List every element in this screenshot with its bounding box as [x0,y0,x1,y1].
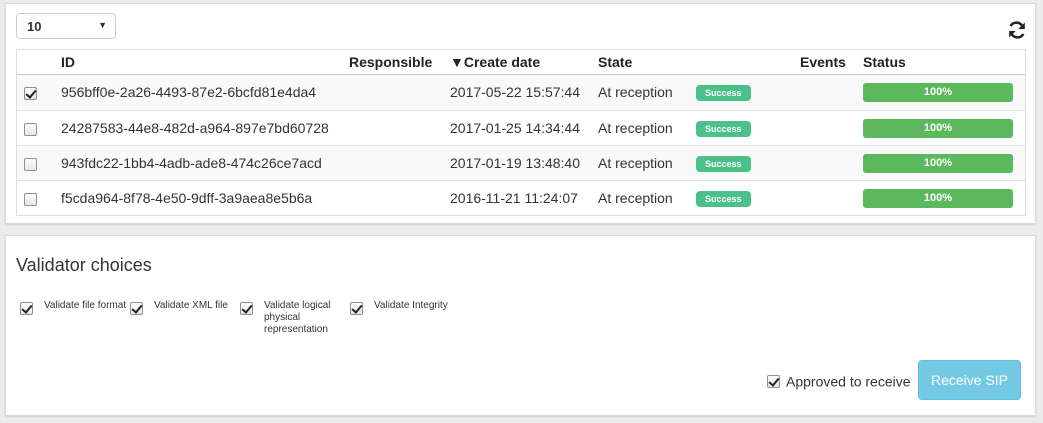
progress-bar: 100% [863,83,1013,102]
row-create-date: 2016-11-21 11:24:07 [450,190,578,206]
status-badge: Success [696,191,751,208]
status-badge: Success [696,121,751,138]
row-select-checkbox[interactable] [24,157,37,171]
progress-fill: 100% [863,119,1013,138]
column-header-events[interactable]: Events [800,50,846,74]
row-select-checkbox[interactable] [24,86,37,100]
row-state: At reception [598,120,673,136]
validate-integrity-label: Validate Integrity [374,300,448,311]
row-id: 956bff0e-2a26-4493-87e2-6bcfd81e4da4 [61,84,317,100]
row-id: 24287583-44e8-482d-a964-897e7bd60728 [61,120,329,136]
row-id: 943fdc22-1bb4-4adb-ade8-474c26ce7acd [61,155,322,171]
ip-list-panel: 10 ▼ ID Responsible ▼Create date State E… [5,3,1036,224]
row-select-checkbox[interactable] [24,192,37,206]
progress-fill: 100% [863,154,1013,173]
validate-integrity-checkbox[interactable] [350,302,363,315]
status-badge: Success [696,156,751,173]
progress-fill: 100% [863,83,1013,102]
row-state: At reception [598,155,673,171]
validate-xml-file-checkbox[interactable] [130,302,143,315]
row-state: At reception [598,190,673,206]
chevron-down-icon: ▼ [98,20,107,30]
progress-bar: 100% [863,189,1013,208]
progress-bar: 100% [863,154,1013,173]
refresh-icon[interactable] [1007,20,1027,40]
column-header-status[interactable]: Status [863,50,906,74]
page-size-value: 10 [27,19,42,34]
sort-desc-icon: ▼ [450,54,464,70]
page-size-select[interactable]: 10 ▼ [16,13,116,39]
validator-title: Validator choices [16,255,152,275]
validate-file-format-checkbox[interactable] [20,302,33,315]
approved-to-receive[interactable]: Approved to receive [767,372,911,389]
row-select-checkbox[interactable] [24,122,37,136]
validate-xml-file-label: Validate XML file [154,300,228,311]
column-header-id[interactable]: ID [61,50,75,74]
row-id: f5cda964-8f78-4e50-9dff-3a9aea8e5b6a [61,190,313,206]
row-create-date: 2017-01-19 13:48:40 [450,155,580,171]
approved-to-receive-label: Approved to receive [786,373,911,390]
validate-logical-physical-label: Validate logical physical representation [264,300,331,335]
ip-table: ID Responsible ▼Create date State Events… [16,49,1026,216]
validate-logical-physical-checkbox[interactable] [240,302,253,315]
table-row[interactable]: 943fdc22-1bb4-4adb-ade8-474c26ce7acd 201… [17,145,1025,180]
column-header-state[interactable]: State [598,50,632,74]
status-badge: Success [696,85,751,102]
validate-file-format-label: Validate file format [44,300,127,311]
column-header-responsible[interactable]: Responsible [349,50,432,74]
row-create-date: 2017-05-22 15:57:44 [450,84,580,100]
table-row[interactable]: 24287583-44e8-482d-a964-897e7bd60728 201… [17,110,1025,145]
receive-sip-button[interactable]: Receive SIP [918,360,1021,400]
table-row[interactable]: f5cda964-8f78-4e50-9dff-3a9aea8e5b6a 201… [17,180,1025,215]
column-header-create-date[interactable]: ▼Create date [450,50,540,74]
table-header: ID Responsible ▼Create date State Events… [17,50,1025,75]
progress-bar: 100% [863,119,1013,138]
validator-panel: Validator choices Validate file format V… [5,235,1036,416]
row-state: At reception [598,84,673,100]
row-create-date: 2017-01-25 14:34:44 [450,120,580,136]
column-header-create-date-label: Create date [463,54,541,70]
table-row[interactable]: 956bff0e-2a26-4493-87e2-6bcfd81e4da4 201… [17,75,1025,110]
progress-fill: 100% [863,189,1013,208]
approved-to-receive-checkbox[interactable] [767,374,780,388]
